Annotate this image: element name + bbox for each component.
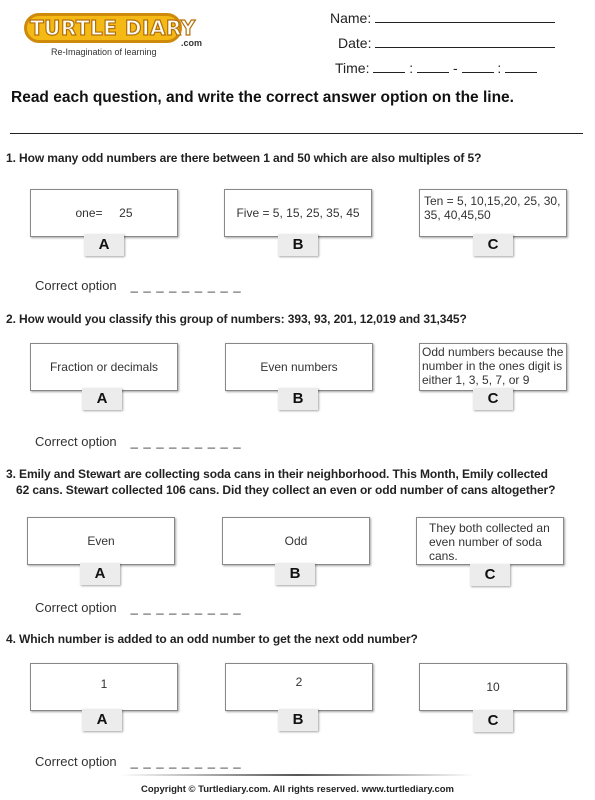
logo-wordmark: TURTLE DIARY	[29, 15, 196, 40]
q3-option-c-label: C	[470, 564, 510, 586]
q1-answer-line[interactable]: Correct option _ _ _ _ _ _ _ _ _	[35, 278, 242, 293]
time-end-hour-line[interactable]	[461, 58, 494, 73]
question-3-line-1: 3. Emily and Stewart are collecting soda…	[6, 467, 548, 481]
correct-option-label: Correct option	[35, 278, 117, 293]
question-2: 2. How would you classify this group of …	[6, 312, 467, 326]
answer-blank[interactable]: _ _ _ _ _ _ _ _ _	[131, 754, 242, 769]
instructions-heading: Read each question, and write the correc…	[11, 89, 514, 106]
q3-option-b-label: B	[275, 563, 315, 585]
q4-option-c-label: C	[473, 710, 513, 732]
q4-option-b-label: B	[278, 709, 318, 731]
q4-option-c-box: 10	[419, 663, 567, 711]
time-field[interactable]: Time: : - :	[335, 58, 538, 76]
q2-option-c-box: Odd numbers because the number in the on…	[419, 343, 567, 391]
answer-blank[interactable]: _ _ _ _ _ _ _ _ _	[131, 600, 242, 615]
q3-option-c-box: They both collected an even number of so…	[416, 517, 564, 565]
time-end-minute-line[interactable]	[505, 58, 538, 73]
question-4: 4. Which number is added to an odd numbe…	[6, 632, 418, 646]
q4-option-b-box: 2	[225, 663, 373, 711]
q4-answer-line[interactable]: Correct option _ _ _ _ _ _ _ _ _	[35, 754, 242, 769]
option-text: Fraction or decimals	[49, 360, 159, 374]
copyright-footer: Copyright © Turtlediary.com. All rights …	[141, 784, 454, 795]
q2-option-a-label: A	[82, 388, 122, 410]
answer-blank[interactable]: _ _ _ _ _ _ _ _ _	[131, 434, 242, 449]
q2-option-c-label: C	[473, 388, 513, 410]
time-start-minute-line[interactable]	[417, 58, 450, 73]
footer-divider	[120, 774, 475, 776]
option-text: Even	[87, 534, 115, 548]
option-text: 10	[486, 680, 500, 694]
q1-option-c-box: Ten = 5, 10,15,20, 25, 30, 35, 40,45,50	[419, 189, 567, 237]
header-divider	[10, 133, 583, 134]
correct-option-label: Correct option	[35, 434, 117, 449]
time-start-hour-line[interactable]	[373, 58, 406, 73]
name-field[interactable]: Name:	[330, 8, 556, 26]
q3-option-a-label: A	[80, 563, 120, 585]
time-label: Time:	[335, 60, 370, 76]
q4-option-a-label: A	[82, 709, 122, 731]
question-3: 3. Emily and Stewart are collecting soda…	[6, 466, 555, 498]
q2-option-a-box: Fraction or decimals	[30, 343, 178, 391]
q1-option-c-label: C	[473, 234, 513, 256]
option-text: Odd numbers because the number in the on…	[422, 345, 564, 387]
time-separator: :	[409, 60, 414, 76]
date-line[interactable]	[375, 33, 556, 48]
option-text: Odd	[284, 534, 308, 548]
q2-answer-line[interactable]: Correct option _ _ _ _ _ _ _ _ _	[35, 434, 242, 449]
correct-option-label: Correct option	[35, 754, 117, 769]
time-separator: :	[497, 60, 502, 76]
name-label: Name:	[330, 10, 372, 26]
q3-answer-line[interactable]: Correct option _ _ _ _ _ _ _ _ _	[35, 600, 242, 615]
correct-option-label: Correct option	[35, 600, 117, 615]
q1-option-b-box: Five = 5, 15, 25, 35, 45	[224, 189, 372, 237]
date-label: Date:	[338, 35, 372, 51]
logo-domain-suffix: .com	[181, 38, 203, 48]
date-field[interactable]: Date:	[338, 33, 556, 51]
q3-option-b-box: Odd	[222, 517, 370, 565]
q1-option-b-label: B	[278, 234, 318, 256]
q3-option-a-box: Even	[27, 517, 175, 565]
tagline: Re-Imagination of learning	[51, 47, 157, 57]
question-3-line-2: 62 cans. Stewart collected 106 cans. Did…	[16, 483, 556, 497]
option-text: They both collected an even number of so…	[429, 521, 550, 563]
q2-option-b-box: Even numbers	[225, 343, 373, 391]
q1-option-a-box: one= 25	[30, 189, 178, 237]
question-1: 1. How many odd numbers are there betwee…	[6, 151, 482, 165]
option-text: Five = 5, 15, 25, 35, 45	[236, 206, 360, 220]
option-text: 1	[100, 677, 108, 691]
option-text: 2	[295, 675, 303, 689]
option-text: Ten = 5, 10,15,20, 25, 30, 35, 40,45,50	[424, 194, 561, 222]
time-dash: -	[452, 60, 458, 76]
answer-blank[interactable]: _ _ _ _ _ _ _ _ _	[131, 278, 242, 293]
option-text: Even numbers	[260, 360, 338, 374]
q2-option-b-label: B	[278, 388, 318, 410]
turtle-diary-logo: TURTLE DIARY .com	[24, 10, 202, 50]
q1-option-a-label: A	[84, 234, 124, 256]
option-text: one= 25	[75, 206, 133, 220]
q4-option-a-box: 1	[30, 663, 178, 711]
name-line[interactable]	[375, 8, 556, 23]
